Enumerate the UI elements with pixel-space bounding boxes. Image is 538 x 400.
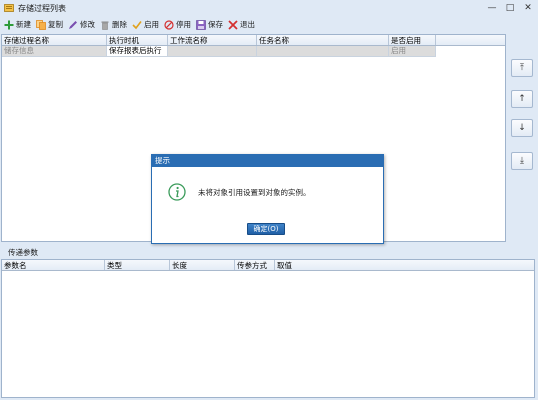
app-icon (4, 4, 14, 12)
cell-procedure-name[interactable]: 储存信息 (2, 46, 107, 57)
info-icon (168, 183, 186, 201)
edit-label: 修改 (80, 20, 95, 29)
disable-button[interactable]: 停用 (162, 18, 194, 32)
close-window-button[interactable]: ✕ (522, 2, 534, 14)
trash-icon (101, 21, 109, 30)
parameters-panel-title: 传递参数 (1, 246, 535, 259)
copy-button[interactable]: 复制 (34, 18, 66, 32)
title-bar: 存储过程列表 — □ ✕ (0, 0, 538, 16)
parameters-grid[interactable]: 参数名 类型 长度 传参方式 取值 (1, 259, 535, 398)
save-label: 保存 (208, 20, 223, 29)
column-header-length[interactable]: 长度 (170, 260, 235, 270)
move-up-button[interactable]: ↑ (511, 90, 533, 108)
edit-button[interactable]: 修改 (66, 18, 98, 32)
parameters-grid-header: 参数名 类型 长度 传参方式 取值 (2, 260, 534, 271)
cell-task-name[interactable] (257, 46, 389, 57)
column-header-exec-timing[interactable]: 执行时机 (107, 35, 168, 45)
column-header-procedure-name[interactable]: 存储过程名称 (2, 35, 107, 45)
cell-enabled[interactable]: 启用 (389, 46, 436, 57)
plus-icon (4, 20, 14, 29)
procedure-grid-header: 存储过程名称 执行时机 工作流名称 任务名称 是否启用 (2, 35, 505, 46)
exit-button[interactable]: 退出 (226, 18, 258, 32)
move-bottom-button[interactable]: ⤓ (511, 152, 533, 170)
save-button[interactable]: 保存 (194, 18, 226, 32)
enable-label: 启用 (144, 20, 159, 29)
column-header-param-name[interactable]: 参数名 (2, 260, 105, 270)
toolbar: 新建 复制 修改 删除 启用 停用 保存 退出 (0, 16, 538, 33)
check-icon (132, 20, 142, 29)
dialog-title: 提示 (152, 155, 383, 167)
maximize-button[interactable]: □ (504, 2, 516, 14)
save-icon (196, 19, 206, 30)
move-down-button[interactable]: ↓ (511, 119, 533, 137)
column-header-pass-mode[interactable]: 传参方式 (235, 260, 275, 270)
new-button[interactable]: 新建 (2, 18, 34, 32)
delete-button[interactable]: 删除 (98, 18, 130, 32)
edit-icon (69, 20, 77, 29)
column-header-value[interactable]: 取值 (275, 260, 534, 270)
move-top-button[interactable]: ⤒ (511, 59, 533, 77)
dialog-body: 未将对象引用设置到对象的实例。 (152, 167, 383, 217)
close-icon (228, 19, 238, 30)
enable-button[interactable]: 启用 (130, 18, 162, 32)
delete-label: 删除 (112, 20, 127, 29)
message-dialog: 提示 未将对象引用设置到对象的实例。 确定(O) (151, 154, 384, 244)
exit-label: 退出 (240, 20, 255, 29)
column-header-type[interactable]: 类型 (105, 260, 170, 270)
dialog-message: 未将对象引用设置到对象的实例。 (198, 187, 311, 197)
window-title: 存储过程列表 (18, 3, 66, 13)
disable-label: 停用 (176, 20, 191, 29)
reorder-buttons: ⤒ ↑ ↓ ⤓ (508, 34, 536, 242)
ban-icon (164, 19, 174, 30)
ok-button[interactable]: 确定(O) (247, 223, 285, 235)
copy-icon (36, 19, 46, 30)
cell-exec-timing[interactable]: 保存报表后执行 (107, 46, 168, 57)
new-label: 新建 (16, 20, 31, 29)
cell-workflow-name[interactable] (168, 46, 257, 57)
column-header-workflow-name[interactable]: 工作流名称 (168, 35, 257, 45)
column-header-task-name[interactable]: 任务名称 (257, 35, 389, 45)
copy-label: 复制 (48, 20, 63, 29)
column-header-enabled[interactable]: 是否启用 (389, 35, 436, 45)
minimize-button[interactable]: — (486, 2, 498, 14)
table-row[interactable]: 储存信息 保存报表后执行 启用 (2, 46, 505, 57)
